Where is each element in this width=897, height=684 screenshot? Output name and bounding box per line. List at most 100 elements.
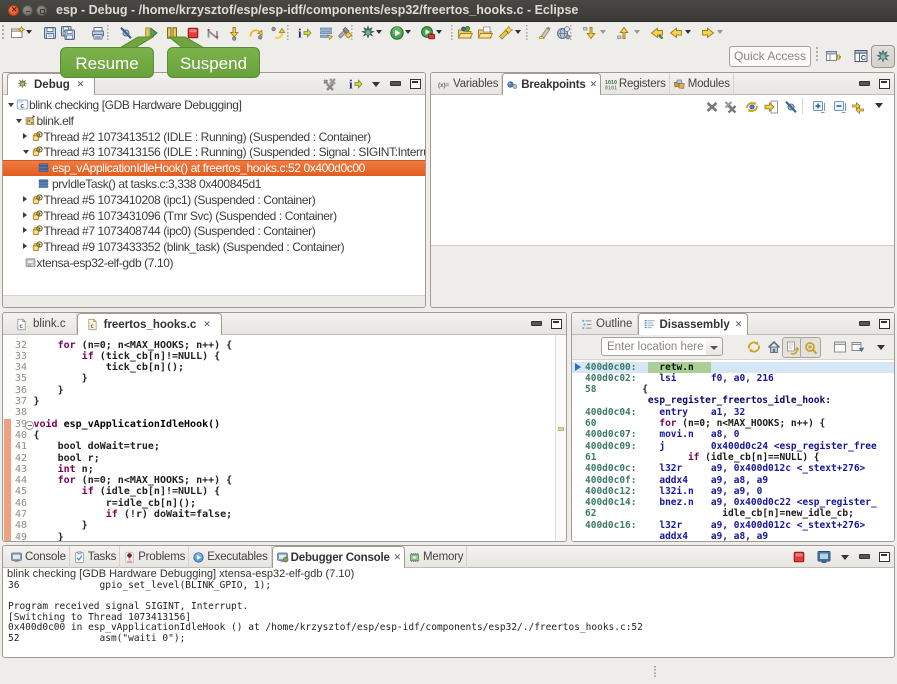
debug-view-hscroll[interactable] — [3, 295, 425, 307]
debug-tree-row[interactable]: Thread #3 1073413156 (IDLE : Running) (S… — [3, 144, 425, 160]
tree-expander-collapsed-icon[interactable] — [23, 227, 27, 233]
console-tab-memory[interactable]: Memory — [405, 546, 467, 568]
refresh-icon[interactable] — [744, 337, 764, 357]
righttop-tab-registers[interactable]: 10100101Registers — [601, 73, 670, 95]
minimize-icon[interactable] — [858, 80, 870, 89]
goto-file-icon[interactable] — [761, 97, 781, 117]
open-task-dropdown[interactable] — [515, 30, 521, 34]
righttop-tab-variables[interactable]: (x)=Variables — [435, 73, 502, 95]
open-task-icon[interactable] — [495, 23, 515, 43]
window-maximize-button[interactable] — [36, 5, 47, 16]
run-icon[interactable] — [387, 23, 407, 43]
maximize-icon[interactable] — [410, 79, 421, 89]
instruction-stepping-icon[interactable]: i — [347, 76, 363, 92]
skip-breakpoints-icon[interactable] — [781, 97, 801, 117]
external-tools-dropdown[interactable] — [436, 30, 442, 34]
debug-tree-row[interactable]: esp_vApplicationIdleHook() at freertos_h… — [3, 160, 425, 176]
console-tab-tasks[interactable]: Tasks — [70, 546, 120, 568]
code-editor[interactable]: 323334353637383940414243444546474849 for… — [3, 335, 566, 541]
debug-tree-row[interactable]: prvIdleTask() at tasks.c:3,338 0x400845d… — [3, 176, 425, 192]
minimize-icon[interactable] — [858, 553, 870, 562]
tab-close-icon[interactable]: ✕ — [77, 79, 85, 90]
external-tools-icon[interactable] — [418, 23, 438, 43]
maximize-icon[interactable] — [551, 319, 562, 329]
new-wizard-dropdown[interactable] — [26, 30, 32, 34]
pin-view-icon[interactable] — [848, 337, 868, 357]
debug-tree-row[interactable]: cblink checking [GDB Hardware Debugging] — [3, 97, 425, 113]
debug-tree-row[interactable]: Thread #2 1073413512 (IDLE : Running) (S… — [3, 129, 425, 145]
new-view-icon[interactable] — [830, 337, 850, 357]
debug-tree-row[interactable]: Thread #6 1073431096 (Tmr Svc) (Suspende… — [3, 208, 425, 224]
show-supported-breakpoints-icon[interactable] — [742, 97, 762, 117]
step-return-icon[interactable] — [268, 23, 288, 43]
next-annotation-dropdown[interactable] — [600, 30, 606, 34]
save-all-icon[interactable] — [58, 23, 78, 43]
debug-tree-row[interactable]: Thread #7 1073408744 (ipc0) (Suspended :… — [3, 223, 425, 239]
tab-close-icon[interactable]: ✕ — [590, 79, 597, 90]
debug-perspective-icon[interactable] — [871, 45, 895, 68]
link-with-debug-icon[interactable] — [848, 97, 868, 117]
tree-expander-expanded-icon[interactable] — [23, 150, 29, 154]
righttop-tab-breakpoints[interactable]: Breakpoints✕ — [502, 73, 601, 95]
display-console-icon[interactable] — [816, 549, 832, 565]
disassembly-listing[interactable]: 400d0c00: retw.n 400d0c02: lsi f0, a0, 2… — [572, 360, 894, 541]
console-tab-debugger-console[interactable]: Debugger Console✕ — [272, 546, 405, 568]
console-tab-console[interactable]: Console — [7, 546, 70, 568]
previous-annotation-icon[interactable] — [613, 23, 633, 43]
collapse-all-icon[interactable] — [830, 97, 850, 117]
console-output[interactable]: 36 gpio_set_level(BLINK_GPIO, 1);Program… — [3, 580, 894, 658]
save-icon[interactable] — [40, 23, 60, 43]
tree-expander-collapsed-icon[interactable] — [23, 196, 27, 202]
disasm-tab-outline[interactable]: Outline — [576, 313, 638, 335]
previous-annotation-dropdown[interactable] — [634, 30, 640, 34]
open-perspective-icon[interactable] — [823, 46, 843, 66]
editor-tab-freertos-hooks-c[interactable]: cfreertos_hooks.c✕ — [77, 313, 222, 335]
build-icon[interactable] — [334, 23, 354, 43]
disasm-tab-disassembly[interactable]: Disassembly✕ — [638, 313, 748, 335]
minimize-icon[interactable] — [389, 80, 401, 89]
overview-annotation-marker[interactable] — [558, 427, 564, 431]
forward-icon[interactable] — [698, 23, 718, 43]
maximize-icon[interactable] — [879, 552, 890, 562]
step-filters-icon[interactable] — [316, 23, 336, 43]
cpp-perspective-icon[interactable]: C — [851, 46, 871, 66]
view-menu-icon[interactable] — [877, 345, 885, 350]
tab-close-icon[interactable]: ✕ — [394, 552, 401, 563]
remove-all-breakpoints-icon[interactable] — [721, 97, 741, 117]
view-menu-icon[interactable] — [841, 555, 849, 560]
maximize-icon[interactable] — [879, 319, 890, 329]
run-dropdown[interactable] — [405, 30, 411, 34]
debug-tree-row[interactable]: Thread #5 1073410208 (ipc1) (Suspended :… — [3, 192, 425, 208]
tree-expander-collapsed-icon[interactable] — [23, 133, 27, 139]
view-menu-icon[interactable] — [372, 82, 380, 87]
disassembly-location-dropdown[interactable] — [706, 337, 723, 356]
righttop-tab-modules[interactable]: Modules — [670, 73, 734, 95]
tree-expander-expanded-icon[interactable] — [8, 103, 14, 107]
remove-breakpoint-icon[interactable] — [702, 97, 722, 117]
expand-all-icon[interactable] — [809, 97, 829, 117]
quick-access-button[interactable]: Quick Access — [729, 46, 811, 67]
last-edit-location-icon[interactable] — [647, 23, 667, 43]
console-tab-problems[interactable]: Problems — [120, 546, 189, 568]
tree-expander-collapsed-icon[interactable] — [23, 243, 27, 249]
mark-occurrences-icon[interactable] — [534, 23, 554, 43]
back-icon[interactable] — [666, 23, 686, 43]
minimize-icon[interactable] — [530, 320, 542, 329]
remove-all-terminated-icon[interactable] — [322, 76, 338, 92]
step-over-icon[interactable] — [246, 23, 266, 43]
fold-collapse-icon[interactable] — [25, 421, 34, 430]
tree-expander-collapsed-icon[interactable] — [23, 212, 27, 218]
console-tab-executables[interactable]: Executables — [189, 546, 271, 568]
sync-selection-icon[interactable] — [800, 337, 821, 358]
editor-tab-blink-c[interactable]: cblink.c — [7, 313, 77, 335]
view-menu-icon[interactable] — [875, 103, 883, 108]
maximize-icon[interactable] — [879, 79, 890, 89]
next-annotation-icon[interactable] — [579, 23, 599, 43]
disassembly-location-input[interactable]: Enter location here — [601, 337, 707, 356]
load-binary-icon[interactable] — [455, 23, 475, 43]
terminate-icon[interactable] — [791, 549, 807, 565]
instruction-stepping-icon[interactable]: i — [294, 23, 314, 43]
window-minimize-button[interactable] — [22, 5, 33, 16]
debug-dropdown[interactable] — [376, 30, 382, 34]
tab-close-icon[interactable]: ✕ — [735, 319, 743, 330]
